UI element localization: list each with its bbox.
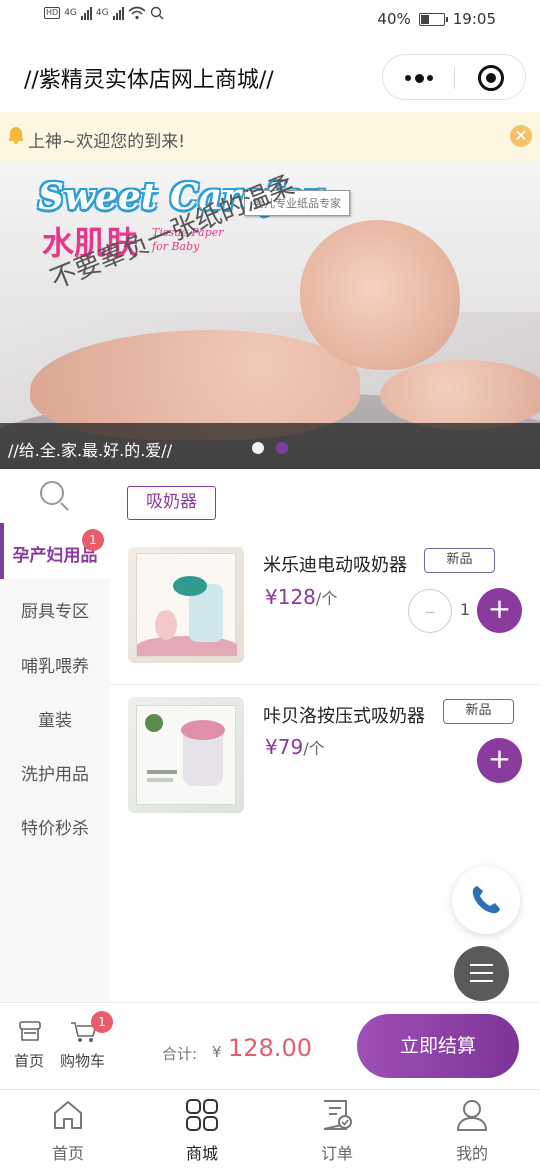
miniprogram-capsule xyxy=(382,54,526,100)
quantity-value: 1 xyxy=(459,600,471,619)
order-icon[interactable] xyxy=(320,1098,354,1132)
checkout-button[interactable]: 立即结算 xyxy=(357,1014,519,1078)
product-image[interactable] xyxy=(128,547,244,663)
notice-bar: 上神~欢迎您的到来! ✕ xyxy=(0,112,540,162)
price-unit: /个 xyxy=(303,739,325,758)
title-bar: //紫精灵实体店网上商城// xyxy=(0,40,540,112)
notice-text: 上神~欢迎您的到来! xyxy=(28,132,186,152)
search-status-icon xyxy=(150,6,164,20)
cart-home-label[interactable]: 首页 xyxy=(14,1050,44,1071)
status-bar: HD 4G 4G 40% 19:05 xyxy=(0,0,540,40)
price-currency: ¥ xyxy=(265,735,278,759)
bell-icon xyxy=(9,126,23,144)
hd-icon: HD xyxy=(44,7,61,19)
price-currency: ¥ xyxy=(265,585,278,609)
add-to-cart-button[interactable]: + xyxy=(477,738,522,783)
notice-close-icon[interactable]: ✕ xyxy=(510,125,532,147)
phone-icon xyxy=(472,886,500,914)
wifi-icon xyxy=(128,6,146,20)
banner-caption: //给.全.家.最.好.的.爱// xyxy=(8,441,173,460)
menu-float-button[interactable] xyxy=(454,946,509,1001)
product-image[interactable] xyxy=(128,697,244,813)
call-button[interactable] xyxy=(452,866,520,934)
category-badge: 1 xyxy=(82,529,104,551)
tab-mall[interactable]: 商城 xyxy=(162,1140,242,1164)
product-box xyxy=(136,553,237,657)
battery-icon xyxy=(418,12,448,26)
total-amount: 128.00 xyxy=(228,1034,312,1062)
product-name[interactable]: 咔贝洛按压式吸奶器 xyxy=(263,702,425,728)
cart-label[interactable]: 购物车 xyxy=(60,1050,105,1071)
clock: 19:05 xyxy=(452,10,496,28)
product-new-tag: 新品 xyxy=(424,548,495,573)
price-value: 128 xyxy=(277,585,316,609)
tab-orders[interactable]: 订单 xyxy=(297,1140,377,1164)
tab-home[interactable]: 首页 xyxy=(28,1140,108,1164)
category-item-care[interactable]: 洗护用品 xyxy=(0,760,110,785)
carousel-dot-1[interactable] xyxy=(252,442,264,454)
user-icon[interactable] xyxy=(455,1098,489,1132)
product-price: ¥128/个 xyxy=(265,585,337,609)
signal-indicators: HD 4G 4G xyxy=(44,6,164,20)
product-price: ¥79/个 xyxy=(265,735,325,759)
category-item-kitchen[interactable]: 厨具专区 xyxy=(0,597,110,622)
battery-percent: 40% xyxy=(377,10,411,28)
search-icon[interactable] xyxy=(40,481,72,515)
category-item-feeding[interactable]: 哺乳喂养 xyxy=(0,652,110,677)
store-icon[interactable] xyxy=(18,1020,42,1042)
home-icon[interactable] xyxy=(51,1098,85,1132)
page: HD 4G 4G 40% 19:05 //紫精灵实体店网上商城// 上神~欢迎您… xyxy=(0,0,540,1170)
product-divider xyxy=(110,684,540,685)
product-new-tag: 新品 xyxy=(443,699,514,724)
page-title: //紫精灵实体店网上商城// xyxy=(24,68,274,93)
banner-baby-head xyxy=(300,220,460,370)
more-icon[interactable] xyxy=(405,68,433,88)
signal-icon xyxy=(80,6,92,20)
cart-badge: 1 xyxy=(91,1011,113,1033)
close-miniprogram-icon[interactable] xyxy=(478,65,504,91)
price-unit: /个 xyxy=(315,589,338,608)
total-label: 合计: xyxy=(162,1045,198,1063)
category-item-flash-sale[interactable]: 特价秒杀 xyxy=(0,814,110,839)
quantity-minus-button[interactable]: ‒ xyxy=(408,589,452,633)
subcategory-tag[interactable]: 吸奶器 xyxy=(127,486,216,520)
total-currency: ¥ xyxy=(212,1043,222,1061)
carousel-dot-2[interactable] xyxy=(276,442,288,454)
battery-level xyxy=(420,14,430,24)
capsule-divider xyxy=(454,67,455,89)
grid-icon[interactable] xyxy=(185,1098,219,1132)
network-type: 4G xyxy=(64,8,77,18)
price-value: 79 xyxy=(277,735,304,759)
product-box xyxy=(136,705,236,805)
tab-mine[interactable]: 我的 xyxy=(432,1140,512,1164)
status-right: 40% 19:05 xyxy=(377,10,496,28)
add-to-cart-button[interactable]: + xyxy=(477,588,522,633)
signal-icon-2 xyxy=(112,6,124,20)
network-type-2: 4G xyxy=(95,8,109,18)
category-item-kidswear[interactable]: 童装 xyxy=(0,706,110,731)
banner-baby-arm xyxy=(380,360,540,430)
product-name[interactable]: 米乐迪电动吸奶器 xyxy=(263,551,407,577)
